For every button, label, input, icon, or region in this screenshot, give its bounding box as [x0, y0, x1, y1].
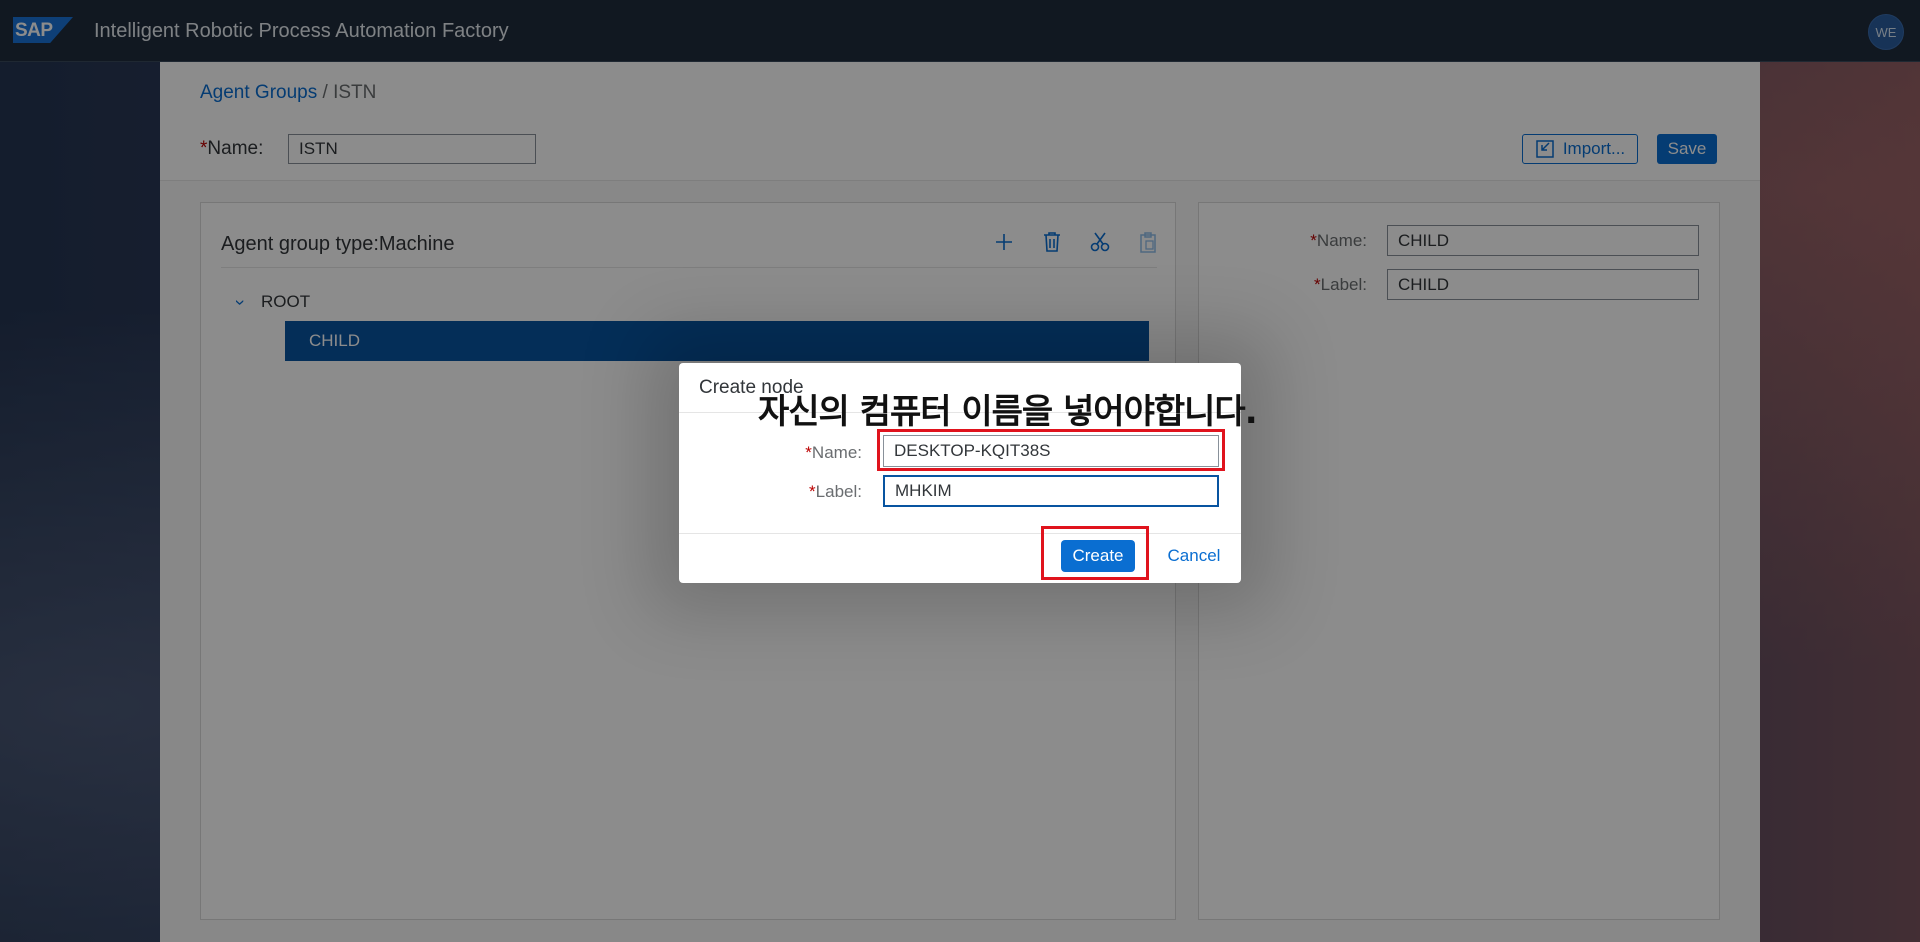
- dialog-footer-divider: [679, 533, 1241, 534]
- dialog-name-label: *Name:: [762, 443, 862, 463]
- dialog-label-label: *Label:: [762, 482, 862, 502]
- dialog-name-label-text: Name:: [811, 443, 862, 462]
- required-mark: *: [805, 443, 812, 462]
- create-button-highlight: [1041, 526, 1149, 580]
- dialog-label-label-text: Label:: [815, 482, 862, 501]
- dialog-label-input[interactable]: MHKIM: [883, 475, 1219, 507]
- name-input-highlight: [877, 429, 1225, 471]
- cancel-button[interactable]: Cancel: [1161, 540, 1227, 572]
- required-mark: *: [809, 482, 816, 501]
- annotation-text: 자신의 컴퓨터 이름을 넣어야합니다.: [758, 392, 1258, 432]
